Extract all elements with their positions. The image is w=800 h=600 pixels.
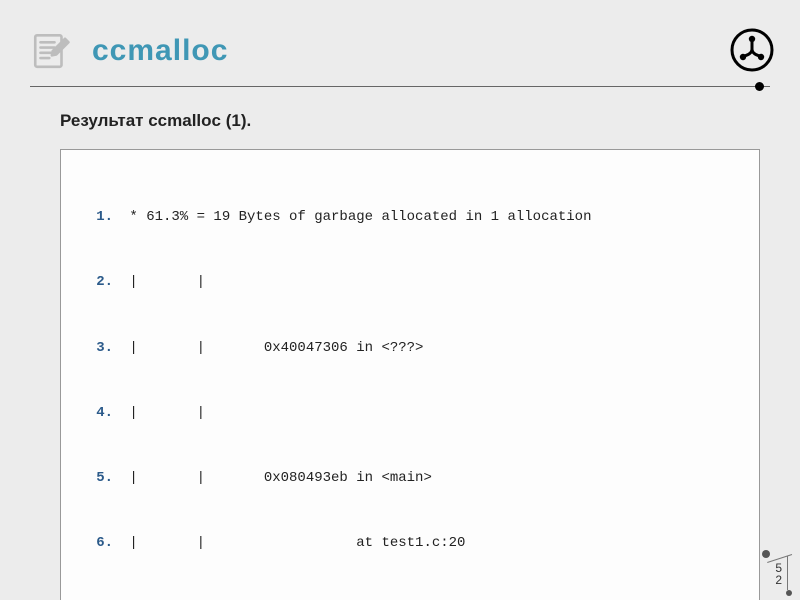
subtitle: Результат ccmalloc (1). — [60, 111, 760, 131]
branch-icon — [728, 26, 776, 74]
slide: ccmalloc Результат ccmalloc (1). 1. * 61… — [0, 0, 800, 600]
slide-body: Результат ccmalloc (1). 1. * 61.3% = 19 … — [0, 87, 800, 600]
line-number: 4. — [79, 403, 113, 425]
line-number: 2. — [79, 272, 113, 294]
edit-icon — [30, 30, 72, 72]
code-line: 5. | | 0x080493eb in <main> — [79, 468, 741, 490]
code-box: 1. * 61.3% = 19 Bytes of garbage allocat… — [60, 149, 760, 600]
header-divider — [30, 86, 770, 87]
page-number: 52 — [775, 562, 782, 586]
slide-header: ccmalloc — [0, 0, 800, 87]
code-line: 6. | | at test1.c:20 — [79, 533, 741, 555]
line-number: 5. — [79, 468, 113, 490]
line-text: | | at test1.c:20 — [113, 533, 465, 555]
line-number: 1. — [79, 207, 113, 229]
line-text: | | 0x40047306 in <???> — [113, 338, 423, 360]
code-line: 2. | | — [79, 272, 741, 294]
line-text: | | — [113, 403, 205, 425]
line-text: | | — [113, 272, 205, 294]
line-text: | | 0x080493eb in <main> — [113, 468, 432, 490]
code-line: 1. * 61.3% = 19 Bytes of garbage allocat… — [79, 207, 741, 229]
slide-title: ccmalloc — [92, 34, 228, 68]
line-number: 6. — [79, 533, 113, 555]
code-line: 4. | | — [79, 403, 741, 425]
page-number-decoration: 52 — [752, 548, 792, 596]
line-number: 3. — [79, 338, 113, 360]
title-row: ccmalloc — [30, 30, 770, 72]
line-text: * 61.3% = 19 Bytes of garbage allocated … — [113, 207, 591, 229]
code-line: 3. | | 0x40047306 in <???> — [79, 338, 741, 360]
